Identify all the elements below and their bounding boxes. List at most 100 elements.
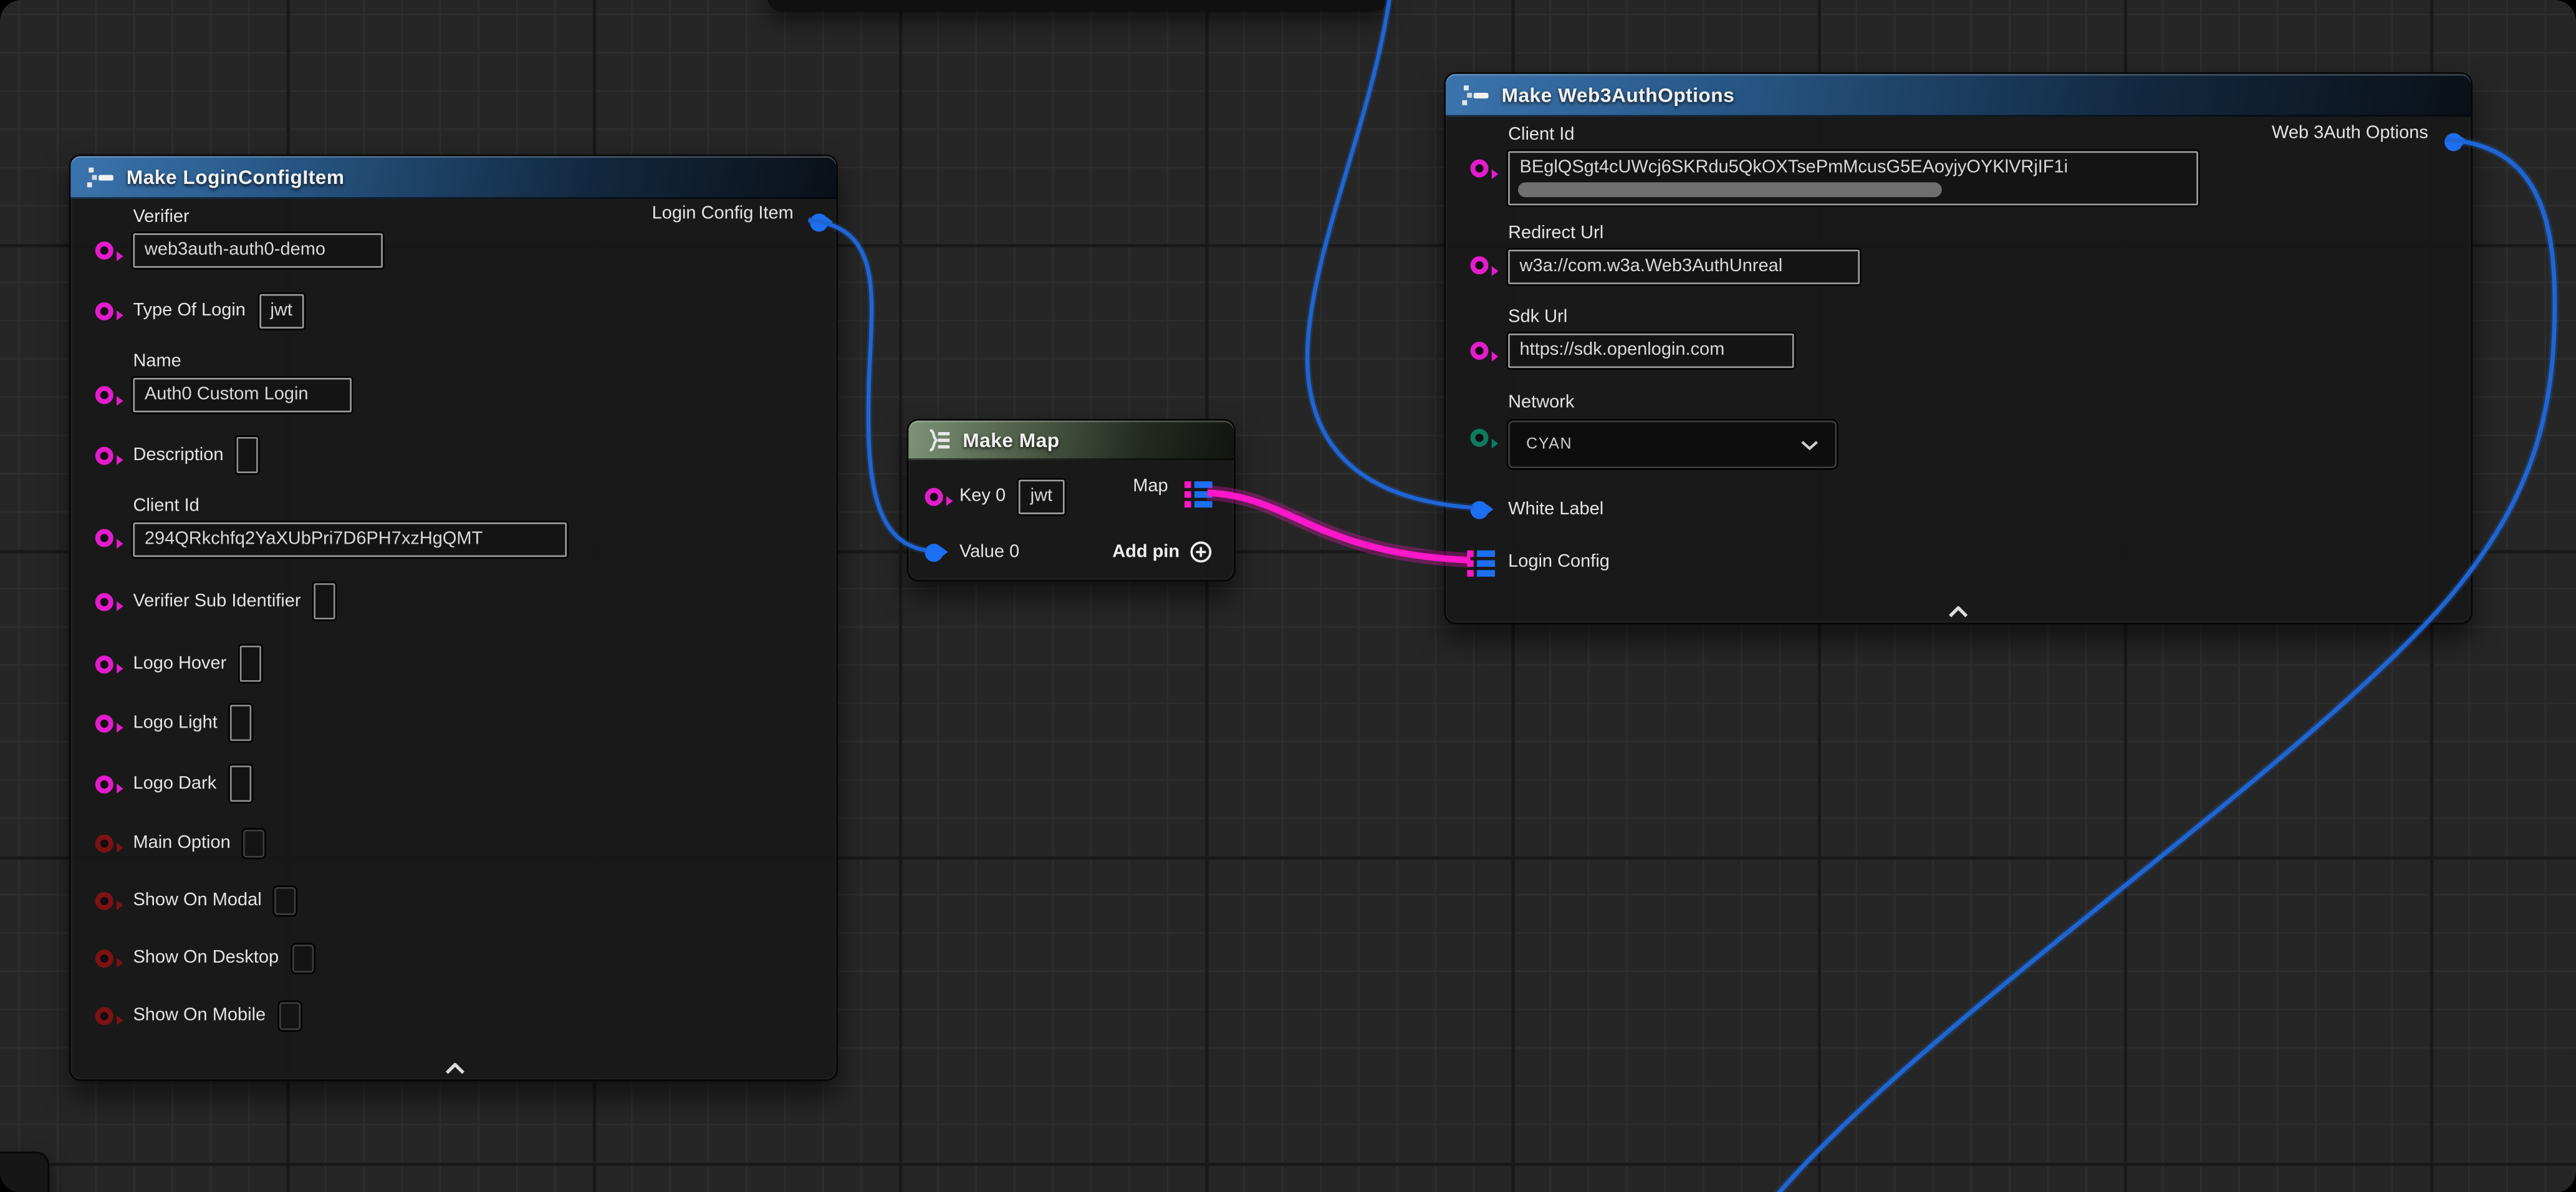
node-make-loginconfigitem[interactable]: Make LoginConfigItem Login Config Item V… [69, 155, 838, 1081]
verifier-label: Verifier [133, 207, 383, 227]
key-0-row: Key 0 jwt [959, 478, 1064, 514]
make-struct-icon [1462, 84, 1490, 107]
login-config-pin[interactable] [1467, 549, 1495, 577]
show-on-modal-checkbox[interactable] [275, 887, 296, 915]
main-option-checkbox[interactable] [244, 829, 265, 857]
show-on-mobile-pin[interactable] [95, 1006, 113, 1024]
add-pin-button[interactable]: Add pin [1112, 541, 1213, 564]
main-option-pin[interactable] [95, 834, 113, 852]
main-option-row: Main Option [133, 825, 265, 861]
redirect-url-label: Redirect Url [1508, 223, 1860, 243]
offscreen-node-corner [0, 1151, 49, 1192]
node-header[interactable]: Make LoginConfigItem [70, 156, 836, 199]
verifier-row: Verifier web3auth-auth0-demo [133, 207, 383, 268]
logo-dark-input[interactable] [229, 766, 251, 802]
node-title: Make Web3AuthOptions [1502, 84, 1735, 107]
client-id-label: Client Id [1508, 125, 2198, 145]
key-0-pin[interactable] [925, 487, 943, 505]
logo-light-label: Logo Light [133, 713, 217, 733]
redirect-url-input[interactable]: w3a://com.w3a.Web3AuthUnreal [1508, 250, 1860, 284]
show-on-modal-row: Show On Modal [133, 882, 296, 918]
client-id-input[interactable]: BEglQSgt4cUWcj6SKRdu5QkOXTsePmMcusG5EAoy… [1508, 151, 2198, 205]
network-row: Network [1508, 393, 1574, 413]
client-id-label: Client Id [133, 496, 567, 516]
add-pin-label: Add pin [1112, 542, 1180, 562]
node-header[interactable]: Make Map [908, 421, 1234, 460]
type-of-login-label: Type Of Login [133, 300, 246, 320]
logo-light-row: Logo Light [133, 705, 252, 741]
name-row: Name Auth0 Custom Login [133, 352, 351, 413]
network-dropdown-value: CYAN [1526, 435, 1572, 453]
verifier-input[interactable]: web3auth-auth0-demo [133, 233, 383, 267]
key-0-input[interactable]: jwt [1019, 479, 1064, 513]
node-make-map[interactable]: Make Map Key 0 jwt Map Value 0 Add pin [907, 419, 1236, 582]
node-title: Make Map [963, 429, 1059, 452]
client-id-pin[interactable] [95, 529, 113, 547]
description-label: Description [133, 445, 223, 465]
description-pin[interactable] [95, 446, 113, 464]
client-id-input[interactable]: 294QRkchfq2YaXUbPri7D6PH7xzHgQMT [133, 522, 567, 557]
login-config-row: Login Config [1508, 544, 1610, 580]
verifier-sub-identifier-pin[interactable] [95, 592, 113, 610]
logo-hover-input[interactable] [239, 646, 261, 682]
plus-circle-icon [1189, 541, 1213, 564]
redirect-url-pin[interactable] [1471, 256, 1489, 274]
node-title: Make LoginConfigItem [127, 166, 345, 189]
description-input[interactable] [237, 437, 258, 473]
show-on-modal-pin[interactable] [95, 892, 113, 910]
key-0-label: Key 0 [959, 486, 1006, 506]
network-label: Network [1508, 393, 1574, 413]
name-pin[interactable] [95, 386, 113, 404]
blueprint-viewport: Make LoginConfigItem Login Config Item V… [0, 0, 2576, 1192]
verifier-pin[interactable] [95, 241, 113, 259]
show-on-modal-label: Show On Modal [133, 890, 261, 910]
show-on-desktop-row: Show On Desktop [133, 940, 313, 976]
logo-hover-pin[interactable] [95, 655, 113, 673]
type-of-login-input[interactable]: jwt [259, 293, 304, 327]
logo-light-pin[interactable] [95, 714, 113, 732]
client-id-row: Client Id 294QRkchfq2YaXUbPri7D6PH7xzHgQ… [133, 496, 567, 557]
value-0-pin[interactable] [925, 543, 943, 561]
name-input[interactable]: Auth0 Custom Login [133, 378, 351, 412]
type-of-login-row: Type Of Login jwt [133, 292, 304, 329]
type-of-login-pin[interactable] [95, 302, 113, 320]
login-config-label: Login Config [1508, 552, 1610, 572]
white-label-label: White Label [1508, 499, 1603, 519]
logo-dark-label: Logo Dark [133, 774, 216, 794]
logo-light-input[interactable] [231, 705, 252, 741]
description-row: Description [133, 437, 257, 473]
show-on-mobile-label: Show On Mobile [133, 1006, 266, 1026]
logo-dark-row: Logo Dark [133, 766, 251, 802]
value-0-label: Value 0 [959, 542, 1019, 562]
show-on-desktop-pin[interactable] [95, 949, 113, 967]
client-id-pin[interactable] [1471, 160, 1489, 178]
client-id-scrollbar[interactable] [1518, 183, 1942, 198]
client-id-value: BEglQSgt4cUWcj6SKRdu5QkOXTsePmMcusG5EAoy… [1520, 158, 2069, 178]
name-label: Name [133, 352, 351, 372]
main-option-label: Main Option [133, 833, 230, 853]
verifier-sub-identifier-label: Verifier Sub Identifier [133, 592, 300, 612]
output-pin-row: Web 3Auth Options [2272, 123, 2428, 143]
sdk-url-pin[interactable] [1471, 342, 1489, 360]
show-on-desktop-checkbox[interactable] [292, 944, 313, 972]
make-struct-icon [87, 166, 115, 189]
collapse-chevron-icon[interactable] [444, 1053, 467, 1082]
show-on-desktop-label: Show On Desktop [133, 948, 279, 968]
graph-canvas[interactable]: Make LoginConfigItem Login Config Item V… [0, 0, 2576, 1192]
make-map-icon [925, 429, 951, 452]
collapse-chevron-icon[interactable] [1947, 597, 1970, 626]
node-make-web3authoptions[interactable]: Make Web3AuthOptions Web 3Auth Options C… [1444, 72, 2473, 624]
logo-dark-pin[interactable] [95, 774, 113, 792]
offscreen-node-bottom-edge [767, 0, 1388, 11]
network-pin[interactable] [1471, 429, 1489, 447]
output-pin-label: Login Config Item [652, 204, 794, 224]
verifier-sub-identifier-input[interactable] [314, 583, 335, 619]
logo-hover-row: Logo Hover [133, 646, 261, 682]
show-on-mobile-checkbox[interactable] [279, 1001, 300, 1029]
node-header[interactable]: Make Web3AuthOptions [1446, 74, 2471, 117]
verifier-sub-identifier-row: Verifier Sub Identifier [133, 583, 335, 619]
redirect-url-row: Redirect Url w3a://com.w3a.Web3AuthUnrea… [1508, 223, 1860, 284]
sdk-url-input[interactable]: https://sdk.openlogin.com [1508, 334, 1794, 368]
network-dropdown[interactable]: CYAN [1508, 421, 1837, 468]
output-pin-row: Login Config Item [652, 204, 794, 224]
